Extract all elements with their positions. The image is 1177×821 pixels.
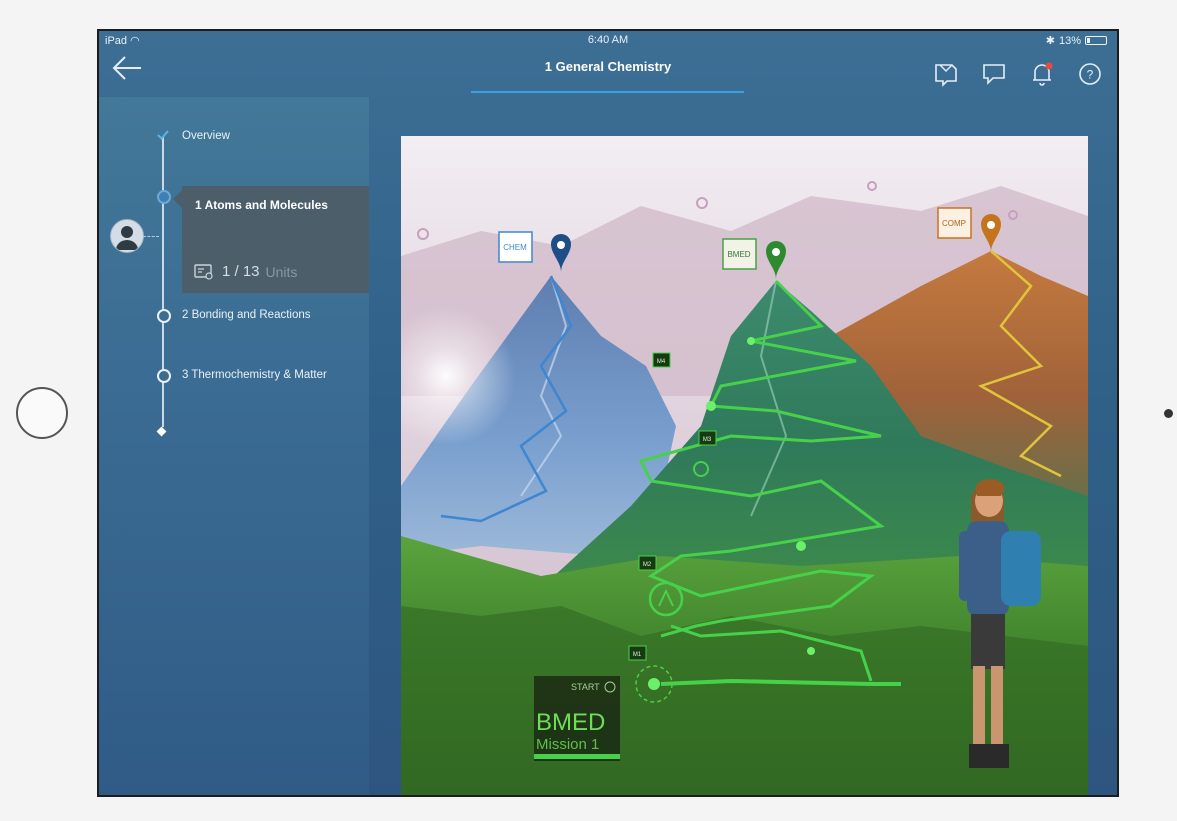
title-underline bbox=[471, 91, 744, 93]
camera-dot bbox=[1164, 409, 1173, 418]
sidebar-item-overview[interactable]: Overview bbox=[182, 130, 230, 142]
units-count: 1 / 13 bbox=[222, 263, 260, 280]
waypoint-label: M4 bbox=[657, 359, 666, 365]
battery-icon bbox=[1085, 36, 1107, 45]
notification-badge bbox=[1045, 62, 1053, 70]
bluetooth-icon: ✱ bbox=[1045, 35, 1055, 47]
sidebar: Overview 1 Atoms and Molecules 1 / 13 Un… bbox=[99, 97, 369, 795]
timeline-node bbox=[157, 369, 171, 383]
mission-subtitle: Mission 1 bbox=[536, 736, 599, 753]
nav-actions: ? bbox=[933, 61, 1103, 87]
waypoint-label: M3 bbox=[703, 437, 712, 443]
checkmark-icon bbox=[157, 130, 169, 140]
home-button[interactable] bbox=[16, 387, 68, 439]
bmed-tag: BMED bbox=[727, 250, 750, 259]
help-icon[interactable]: ? bbox=[1077, 61, 1103, 87]
nav-bar: 1 General Chemistry ? bbox=[99, 49, 1117, 97]
waypoint-label: M1 bbox=[633, 652, 642, 658]
status-bar: iPad ◠ 6:40 AM ✱ 13% bbox=[99, 31, 1117, 49]
units-label: Units bbox=[265, 263, 298, 280]
timeline-end-marker bbox=[156, 426, 167, 437]
timeline-node bbox=[157, 309, 171, 323]
chem-tag: CHEM bbox=[503, 243, 527, 252]
notification-bell-icon[interactable] bbox=[1029, 61, 1055, 87]
timeline-node-active bbox=[157, 190, 171, 204]
timeline-line bbox=[162, 137, 164, 427]
sidebar-item-atoms-molecules[interactable]: 1 Atoms and Molecules 1 / 13 Units bbox=[173, 186, 369, 293]
avatar[interactable] bbox=[110, 219, 144, 253]
svg-text:?: ? bbox=[1087, 68, 1094, 82]
notes-icon[interactable] bbox=[933, 61, 959, 87]
user-avatar-icon bbox=[116, 226, 138, 250]
comp-tag: COMP bbox=[942, 219, 966, 228]
battery-percent: 13% bbox=[1058, 34, 1081, 47]
sidebar-item-thermochemistry[interactable]: 3 Thermochemistry & Matter bbox=[182, 369, 327, 381]
avatar-connector bbox=[143, 236, 159, 237]
status-time: 6:40 AM bbox=[587, 34, 629, 46]
units-progress: 1 / 13 Units bbox=[194, 263, 297, 280]
sidebar-item-label: 1 Atoms and Molecules bbox=[195, 198, 328, 212]
status-right: ✱ 13% bbox=[1046, 34, 1107, 47]
map-illustration: M4 M3 M2 M1 CHEM BMED COMP START BMED Mi… bbox=[401, 136, 1088, 795]
waypoint-label: M2 bbox=[643, 562, 652, 568]
units-icon bbox=[194, 263, 213, 280]
chat-icon[interactable] bbox=[981, 61, 1007, 87]
ipad-bezel: iPad ◠ 6:40 AM ✱ 13% 1 General Chemistry bbox=[0, 0, 1177, 821]
mission-map[interactable]: M4 M3 M2 M1 CHEM BMED COMP START BMED Mi… bbox=[401, 136, 1088, 795]
mission-title: BMED bbox=[536, 709, 605, 736]
sidebar-item-bonding[interactable]: 2 Bonding and Reactions bbox=[182, 309, 311, 321]
start-label: START bbox=[571, 682, 600, 692]
app-screen: iPad ◠ 6:40 AM ✱ 13% 1 General Chemistry bbox=[97, 29, 1119, 797]
